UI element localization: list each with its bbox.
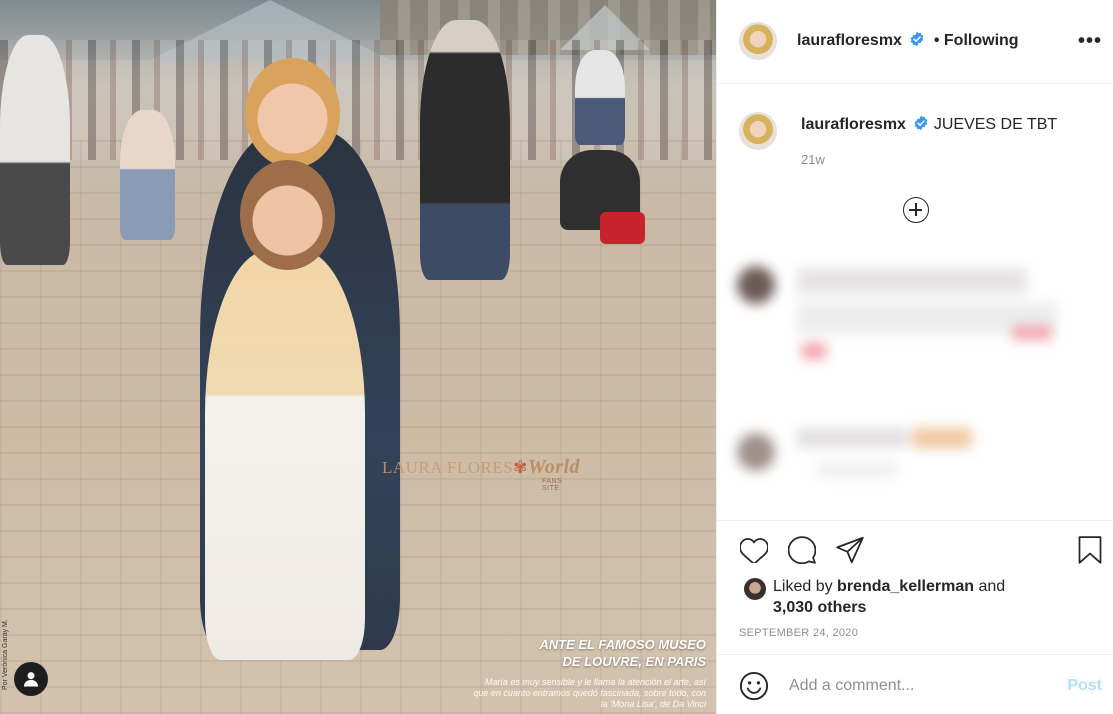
liked-by-user[interactable]: brenda_kellerman — [837, 578, 974, 595]
verified-icon — [911, 31, 924, 47]
save-bookmark-icon[interactable] — [1075, 535, 1105, 565]
more-options-icon[interactable]: ••• — [1078, 30, 1102, 53]
photo-credit: Por Verónica Garay M. — [2, 619, 9, 690]
photo-caption-body: María es muy sensible y le llama la aten… — [473, 677, 706, 709]
verified-icon — [915, 115, 928, 131]
photo-girl — [205, 250, 365, 660]
user-icon — [23, 672, 39, 687]
likes-others-link[interactable]: 3,030 others — [773, 599, 866, 616]
photo-person — [0, 35, 70, 265]
share-icon[interactable] — [835, 535, 865, 565]
flower-icon: ✾ — [513, 458, 528, 477]
caption-username[interactable]: laurafloresmx — [801, 116, 906, 133]
header-separator: • — [933, 32, 940, 49]
following-button[interactable]: Following — [944, 32, 1019, 49]
caption-time[interactable]: 21w — [801, 152, 825, 167]
emoji-icon[interactable] — [739, 671, 769, 706]
post-photo[interactable]: LAURA FLORES✾World FANS SITE ANTE EL FAM… — [0, 0, 716, 714]
post-side-panel: laurafloresmx • Following ••• lauraflore… — [716, 0, 1113, 714]
tagged-users-button[interactable] — [14, 662, 48, 696]
photo-person — [120, 110, 175, 240]
watermark-brand: LAURA FLORES — [382, 458, 514, 477]
liked-by-and: and — [978, 578, 1006, 595]
watermark-world: World — [527, 456, 581, 478]
blurred-comments — [727, 248, 1109, 518]
liker-avatar[interactable] — [743, 577, 767, 601]
like-icon[interactable] — [739, 535, 769, 565]
add-comment-bar: Post — [717, 654, 1113, 714]
comment-input[interactable] — [787, 673, 1041, 699]
post-actions: Liked by brenda_kellerman and 3,030 othe… — [717, 520, 1113, 651]
caption-avatar[interactable] — [739, 112, 777, 150]
photo-person — [575, 50, 625, 145]
photo-watermark: LAURA FLORES✾World FANS SITE — [382, 456, 581, 492]
header-user-line: laurafloresmx • Following — [797, 31, 1019, 50]
avatar[interactable] — [739, 22, 777, 60]
caption-comment: laurafloresmx JUEVES DE TBT — [801, 115, 1057, 134]
photo-person — [420, 20, 510, 280]
photo-caption-title: ANTE EL FAMOSO MUSEO DE LOUVRE, EN PARIS — [470, 636, 706, 670]
likes-summary: Liked by brenda_kellerman and 3,030 othe… — [773, 576, 1005, 618]
photo-girl-head — [240, 160, 335, 270]
comment-icon[interactable] — [787, 535, 817, 565]
caption-line-2: DE LOUVRE, EN PARIS — [562, 654, 706, 669]
post-date[interactable]: SEPTEMBER 24, 2020 — [739, 627, 858, 639]
load-more-comments-icon[interactable] — [903, 197, 929, 223]
post-comment-button[interactable]: Post — [1067, 677, 1102, 695]
header-username[interactable]: laurafloresmx — [797, 32, 902, 49]
caption-line-1: ANTE EL FAMOSO MUSEO — [539, 637, 706, 652]
photo-red-bag — [600, 212, 645, 244]
caption-text: JUEVES DE TBT — [933, 116, 1058, 133]
liked-by-prefix: Liked by — [773, 578, 833, 595]
watermark-fans: FANS SITE — [542, 478, 563, 492]
post-header: laurafloresmx • Following ••• — [717, 0, 1113, 84]
photo-woman-head — [245, 58, 340, 168]
